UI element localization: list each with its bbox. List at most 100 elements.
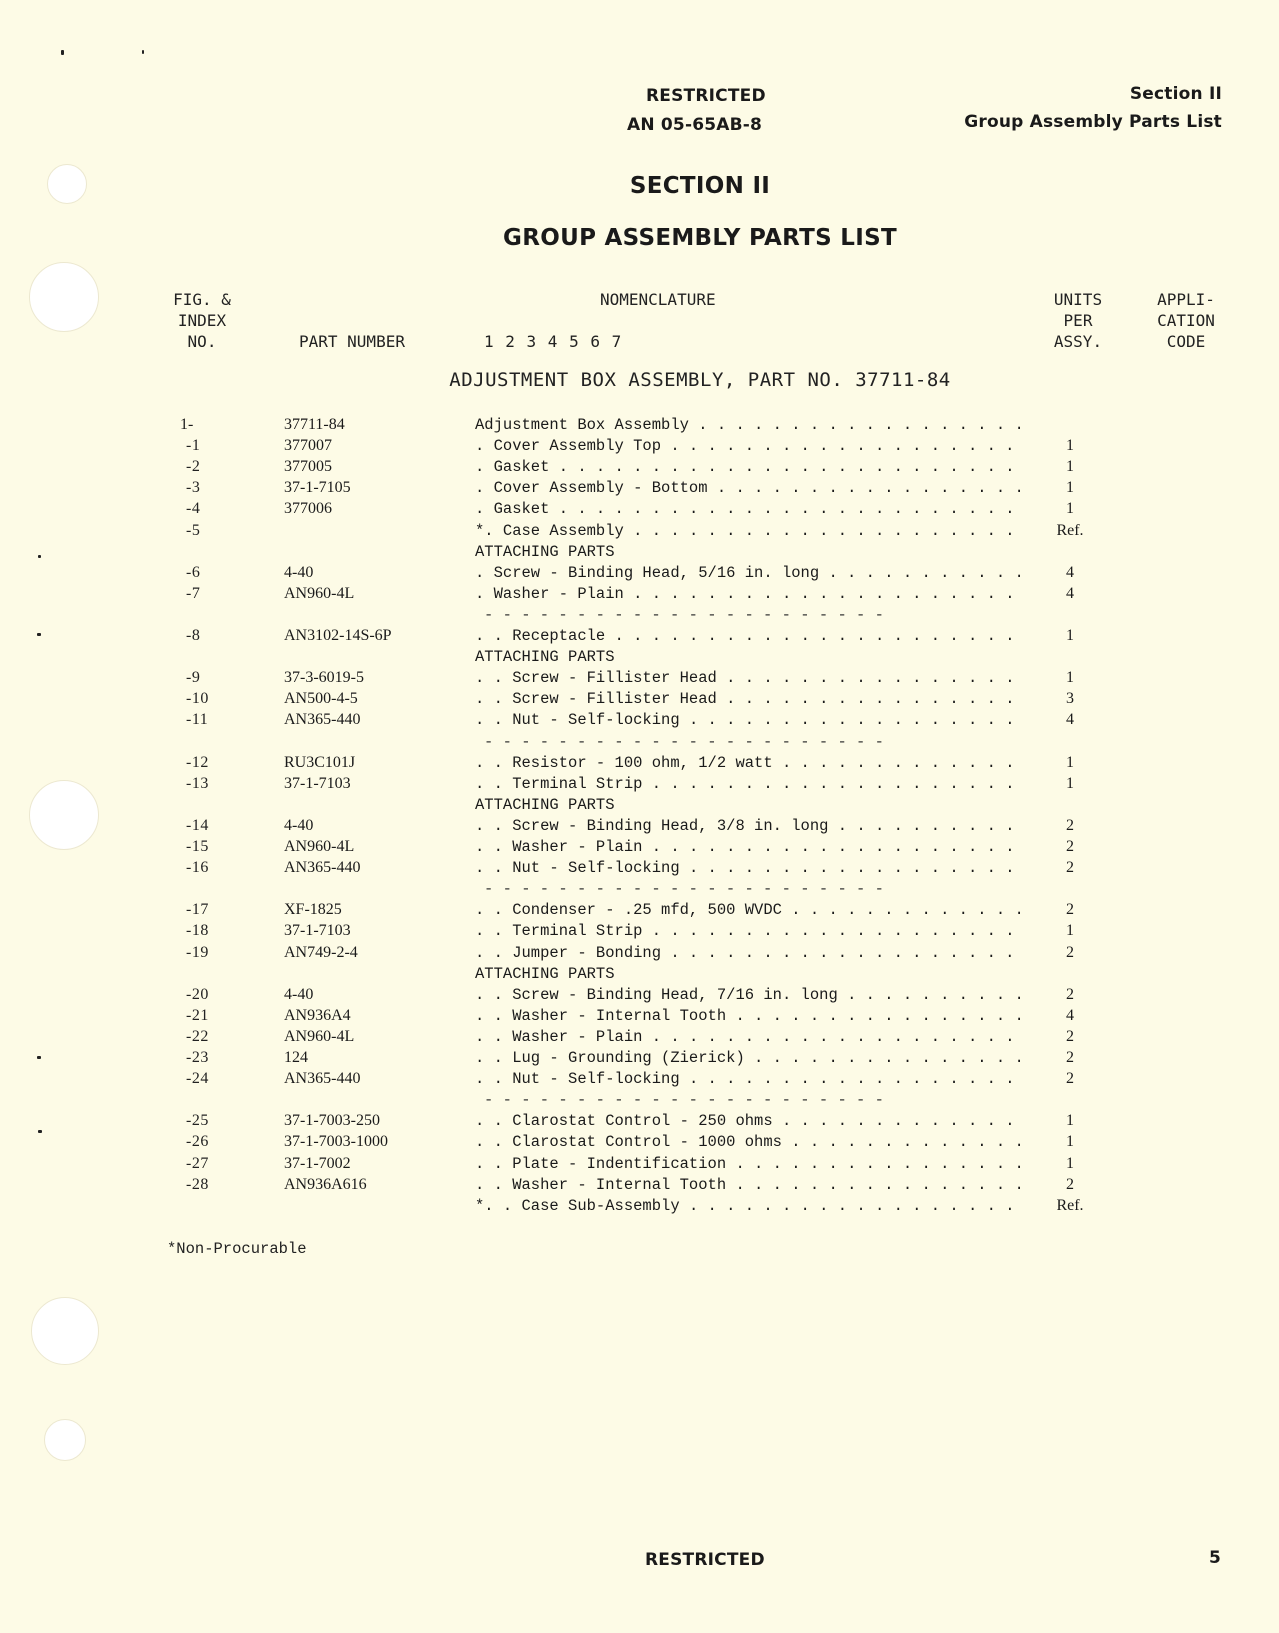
part-number: 124 [284, 1049, 308, 1066]
nomenclature: . Gasket [475, 458, 550, 477]
nomenclature-cell: . . Screw - Binding Head, 3/8 in. long .… [475, 817, 1020, 835]
col-header-nomenclature: NOMENCLATURE [600, 290, 716, 309]
index-number: -25 [186, 1112, 209, 1130]
leader-dots: . . . . . . . . . . . . . . . . . . . . … [735, 1006, 1020, 1025]
part-number: AN749-2-4 [284, 943, 358, 961]
part-number: 377005 [284, 458, 332, 476]
part-number: AN500-4-5 [284, 690, 358, 708]
nomenclature: . Cover Assembly Top [475, 437, 662, 456]
index-number: -10 [186, 690, 209, 708]
units-per-assembly: 1 [1066, 753, 1074, 771]
index-number: -12 [186, 753, 209, 771]
classification-header: RESTRICTED [646, 86, 766, 106]
leader-dots: . . . . . . . . . . . . . . . . . . . . … [791, 1133, 1020, 1152]
index-number: -11 [186, 711, 209, 729]
index-number: -23 [186, 1049, 209, 1066]
units-per-assembly: 2 [1066, 985, 1074, 1003]
separator-row: - - - - - - - - - - - - - - - - - - - - … [0, 880, 1279, 901]
index-number: -18 [186, 922, 209, 940]
separator-row: - - - - - - - - - - - - - - - - - - - - … [0, 733, 1279, 754]
nomenclature-cell: . . Receptacle . . . . . . . . . . . . .… [475, 627, 1020, 645]
nomenclature-cell: . . Clarostat Control - 1000 ohms . . . … [475, 1133, 1020, 1151]
leader-dots: . . . . . . . . . . . . . . . . . . . . … [651, 838, 1020, 856]
nomenclature: . . Clarostat Control - 1000 ohms [475, 1133, 782, 1152]
index-number: -8 [186, 627, 201, 644]
nomenclature-cell: . . Washer - Plain . . . . . . . . . . .… [475, 1028, 1020, 1046]
col-header-units: UNITS PER ASSY. [1053, 290, 1103, 351]
nomenclature: . . Washer - Plain [475, 1027, 643, 1046]
dashed-separator: - - - - - - - - - - - - - - - - - - - - … [484, 605, 884, 624]
leader-dots: . . . . . . . . . . . . . . . . . . . . … [726, 690, 1020, 709]
units-per-assembly: 1 [1066, 437, 1074, 455]
part-number: AN3102-14S-6P [284, 627, 392, 644]
nomenclature: . Screw - Binding Head, 5/16 in. long [475, 563, 820, 582]
punch-hole [29, 262, 99, 332]
part-number: 37-1-7003-250 [284, 1112, 380, 1130]
leader-dots: . . . . . . . . . . . . . . . . . . . . … [558, 458, 1020, 477]
index-number: -5 [186, 521, 201, 539]
nomenclature-cell: . . Screw - Fillister Head . . . . . . .… [475, 690, 1020, 708]
attaching-parts-label: ATTACHING PARTS [475, 964, 615, 983]
section-title: SECTION II [629, 173, 771, 199]
units-per-assembly: 1 [1066, 1112, 1074, 1130]
leader-dots: . . . . . . . . . . . . . . . . . . . . … [670, 943, 1020, 962]
document-number: AN 05-65AB-8 [627, 115, 763, 135]
nomenclature-cell: . Cover Assembly Top . . . . . . . . . .… [475, 437, 1020, 455]
col-header-application: APPLI- CATION CODE [1157, 290, 1215, 351]
table-row: -19 AN749-2-4 . . Jumper - Bonding . . . .… [0, 944, 1279, 965]
nomenclature-cell: . . Jumper - Bonding . . . . . . . . . .… [475, 944, 1020, 962]
attaching-parts-row: ATTACHING PARTS [0, 543, 1279, 564]
part-number: AN960-4L [284, 1027, 355, 1045]
index-number: -4 [186, 500, 201, 518]
units-per-assembly: 1 [1066, 479, 1074, 497]
nomenclature: Adjustment Box Assembly [475, 416, 689, 434]
index-number: -9 [186, 669, 201, 687]
attaching-parts-label: ATTACHING PARTS [475, 795, 615, 814]
nomenclature-cell: *. . Case Sub-Assembly . . . . . . . . .… [475, 1197, 1020, 1215]
index-number: -3 [186, 479, 201, 497]
units-per-assembly: 1 [1066, 922, 1074, 940]
units-per-assembly: 3 [1066, 690, 1074, 708]
leader-dots: . . . . . . . . . . . . . . . . . . . . … [633, 521, 1020, 540]
page-title: GROUP ASSEMBLY PARTS LIST [503, 225, 897, 251]
page-number: 5 [1209, 1548, 1222, 1568]
nomenclature: . . Resistor - 100 ohm, 1/2 watt [475, 753, 773, 772]
index-number: -17 [186, 901, 209, 919]
table-row: -8 AN3102-14S-6P . . Receptacle . . . . . … [0, 627, 1279, 648]
leader-dots: . . . . . . . . . . . . . . . . . . . . … [735, 1154, 1020, 1173]
leader-dots: . . . . . . . . . . . . . . . . . . . . … [726, 669, 1020, 688]
units-per-assembly: 1 [1066, 1154, 1074, 1172]
units-per-assembly: Ref. [1056, 1196, 1084, 1214]
units-per-assembly: 2 [1066, 1070, 1074, 1088]
units-per-assembly: 2 [1066, 901, 1074, 919]
attaching-parts-row: ATTACHING PARTS [0, 965, 1279, 986]
nomenclature: . . Screw - Fillister Head [475, 669, 717, 688]
units-per-assembly: 2 [1066, 1049, 1074, 1066]
col-header-part-number: PART NUMBER [299, 332, 405, 351]
dashed-separator: - - - - - - - - - - - - - - - - - - - - … [484, 880, 884, 899]
assembly-title: ADJUSTMENT BOX ASSEMBLY, PART NO. 37711-… [449, 369, 951, 391]
section-title-header: Group Assembly Parts List [964, 112, 1222, 132]
nomenclature: . . Nut - Self-locking [475, 711, 680, 730]
nomenclature: . . Terminal Strip [475, 774, 643, 793]
nomenclature-cell: *. Case Assembly . . . . . . . . . . . .… [475, 522, 1020, 540]
part-number: 4-40 [284, 816, 314, 834]
index-number: -2 [186, 458, 201, 476]
leader-dots: . . . . . . . . . . . . . . . . . . . . … [651, 1027, 1020, 1046]
section-label: Section II [1129, 84, 1222, 104]
units-per-assembly: 2 [1066, 838, 1074, 855]
table-row: -28 AN936A616 . . Washer - Internal Tooth … [0, 1176, 1279, 1197]
nomenclature-cell: Adjustment Box Assembly . . . . . . . . … [475, 416, 1020, 434]
nomenclature-cell: . Screw - Binding Head, 5/16 in. long . … [475, 564, 1020, 582]
col-header-fig-index: FIG. & INDEX NO. [173, 290, 231, 351]
attaching-parts-label: ATTACHING PARTS [475, 648, 615, 667]
scan-mark [61, 50, 64, 55]
table-row: -26 37-1-7003-1000 . . Clarostat Control -… [0, 1133, 1279, 1154]
leader-dots: . . . . . . . . . . . . . . . . . . . . … [651, 774, 1020, 793]
part-number: 37-3-6019-5 [284, 669, 364, 687]
nomenclature-cell: . Gasket . . . . . . . . . . . . . . . .… [475, 500, 1020, 518]
index-number: -6 [186, 563, 201, 581]
nomenclature-cell: . Cover Assembly - Bottom . . . . . . . … [475, 479, 1020, 497]
units-per-assembly: 2 [1066, 816, 1074, 834]
table-row: -16 AN365-440 . . Nut - Self-locking . . .… [0, 859, 1279, 880]
